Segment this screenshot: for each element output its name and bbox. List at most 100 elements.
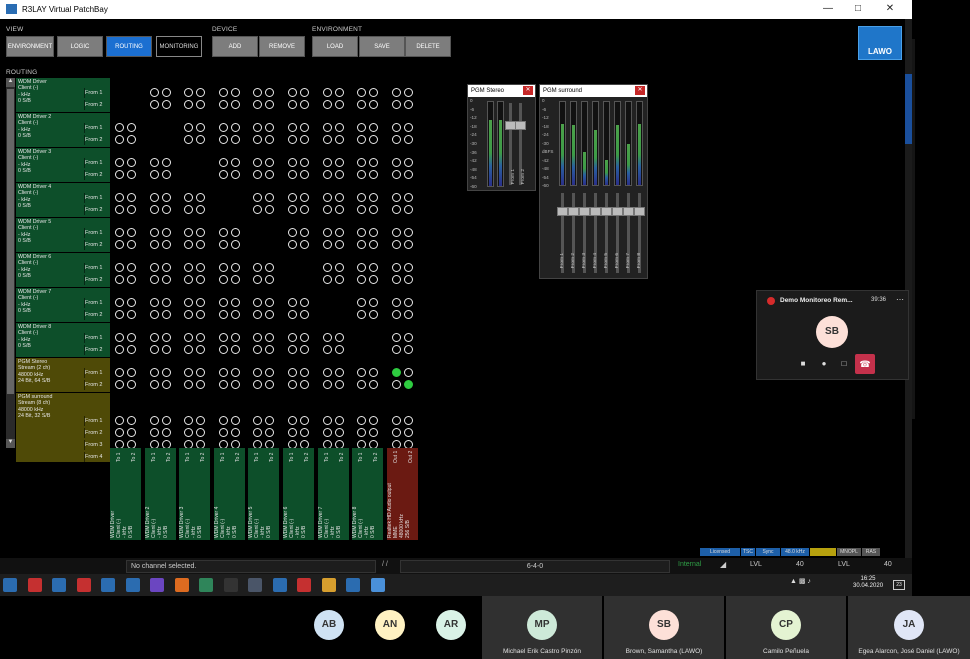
crosspoint[interactable]	[300, 123, 309, 132]
crosspoint[interactable]	[403, 416, 413, 425]
crosspoint[interactable]	[288, 205, 297, 214]
crosspoint[interactable]	[127, 380, 136, 389]
crosspoint[interactable]	[218, 333, 228, 342]
crosspoint[interactable]	[149, 368, 159, 377]
crosspoint[interactable]	[322, 100, 332, 109]
crosspoint[interactable]	[391, 310, 401, 319]
crosspoint[interactable]	[218, 263, 228, 272]
crosspoint[interactable]	[334, 88, 344, 97]
taskbar-app-icon[interactable]	[370, 578, 385, 592]
crosspoint[interactable]	[161, 205, 171, 214]
taskbar-app-icon[interactable]	[174, 578, 189, 592]
fader-cap[interactable]	[601, 207, 612, 216]
scroll-up-icon[interactable]: ▲	[6, 78, 15, 87]
save-button[interactable]: SAVE	[359, 36, 405, 57]
monitoring-view-button[interactable]: MONITORING	[156, 36, 202, 57]
notifications-icon[interactable]: 23	[893, 580, 905, 590]
crosspoint[interactable]	[161, 368, 171, 377]
pgm-stereo-close-icon[interactable]: ✕	[523, 86, 533, 95]
crosspoint[interactable]	[403, 263, 413, 272]
crosspoint[interactable]	[322, 205, 332, 214]
scroll-down-icon[interactable]: ▼	[6, 439, 15, 448]
crosspoint[interactable]	[230, 158, 240, 167]
crosspoint[interactable]	[127, 298, 136, 307]
crosspoint[interactable]	[127, 240, 136, 249]
crosspoint[interactable]	[288, 135, 297, 144]
crosspoint[interactable]	[322, 228, 332, 237]
source-channel-label[interactable]: From 1	[84, 298, 108, 308]
crosspoint[interactable]	[322, 380, 332, 389]
crosspoint[interactable]	[334, 380, 344, 389]
crosspoint[interactable]	[288, 416, 297, 425]
crosspoint[interactable]	[288, 368, 297, 377]
crosspoint[interactable]	[391, 100, 401, 109]
crosspoint[interactable]	[334, 263, 344, 272]
taskbar-app-icon[interactable]	[3, 578, 17, 592]
destination-block[interactable]: To 1 To 2 WDM Driver 3 Client (-) - kHz 0 …	[179, 448, 212, 540]
fader-cap[interactable]	[515, 121, 526, 130]
crosspoint[interactable]	[149, 240, 159, 249]
participant-tile[interactable]: AB	[300, 596, 358, 659]
destination-block[interactable]: To 1 To 2 WDM Driver 5 Client (-) - kHz 0 …	[248, 448, 281, 540]
crosspoint[interactable]	[127, 205, 136, 214]
fader-cap[interactable]	[579, 207, 590, 216]
crosspoint[interactable]	[161, 380, 171, 389]
crosspoint[interactable]	[230, 228, 240, 237]
crosspoint[interactable]	[403, 100, 413, 109]
crosspoint[interactable]	[300, 88, 309, 97]
crosspoint[interactable]	[300, 310, 309, 319]
crosspoint[interactable]	[322, 240, 332, 249]
destination-channel-label[interactable]: To 1	[250, 448, 264, 466]
source-block[interactable]: WDM Driver 5 Client (-) - kHz 0 S/B From …	[16, 218, 110, 253]
taskbar-app-icon[interactable]	[199, 578, 213, 592]
crosspoint[interactable]	[161, 333, 171, 342]
destination-channel-label[interactable]: To 2	[369, 448, 383, 466]
source-channel-label[interactable]: From 1	[84, 123, 108, 133]
crosspoint[interactable]	[403, 380, 413, 389]
crosspoint[interactable]	[403, 310, 413, 319]
crosspoint[interactable]	[334, 275, 344, 284]
crosspoint[interactable]	[391, 428, 401, 437]
taskbar-app-icon[interactable]	[272, 578, 287, 592]
source-block[interactable]: WDM Driver Client (-) - kHz 0 S/B From 1 F…	[16, 78, 110, 113]
source-channel-label[interactable]: From 2	[84, 205, 108, 215]
crosspoint[interactable]	[300, 228, 309, 237]
destination-block[interactable]: To 1 To 2 WDM Driver 4 Client (-) - kHz 0 …	[213, 448, 246, 540]
crosspoint[interactable]	[115, 380, 124, 389]
crosspoint[interactable]	[161, 275, 171, 284]
crosspoint[interactable]	[334, 193, 344, 202]
crosspoint[interactable]	[230, 345, 240, 354]
crosspoint[interactable]	[218, 240, 228, 249]
crosspoint[interactable]	[391, 416, 401, 425]
crosspoint[interactable]	[288, 228, 297, 237]
crosspoint[interactable]	[149, 88, 159, 97]
crosspoint[interactable]	[334, 333, 344, 342]
crosspoint[interactable]	[403, 298, 413, 307]
source-channel-label[interactable]: From 2	[84, 380, 108, 390]
crosspoint[interactable]	[218, 123, 228, 132]
source-channel-label[interactable]: From 2	[84, 310, 108, 320]
crosspoint[interactable]	[391, 228, 401, 237]
crosspoint[interactable]	[161, 345, 171, 354]
crosspoint[interactable]	[127, 158, 136, 167]
source-channel-label[interactable]: From 1	[84, 333, 108, 343]
crosspoint[interactable]	[161, 158, 171, 167]
crosspoint[interactable]	[161, 416, 171, 425]
destination-channel-label[interactable]: To 1	[147, 448, 161, 466]
crosspoint[interactable]	[218, 135, 228, 144]
crosspoint[interactable]	[391, 380, 401, 389]
crosspoint[interactable]	[115, 298, 124, 307]
crosspoint[interactable]	[300, 298, 309, 307]
crosspoint[interactable]	[288, 345, 297, 354]
destination-channel-label[interactable]: To 2	[265, 448, 279, 466]
crosspoint[interactable]	[127, 345, 136, 354]
crosspoint[interactable]	[127, 263, 136, 272]
participant-tile[interactable]: MP Michael Erik Castro Pinzón	[482, 596, 602, 659]
crosspoint[interactable]	[334, 135, 344, 144]
crosspoint[interactable]	[403, 135, 413, 144]
taskbar-app-icon[interactable]	[27, 578, 42, 592]
destination-channel-label[interactable]: To 1	[181, 448, 195, 466]
crosspoint[interactable]	[127, 193, 136, 202]
destination-block[interactable]: To 1 To 2 WDM Driver 7 Client (-) - kHz 0 …	[317, 448, 350, 540]
crosspoint[interactable]	[161, 88, 171, 97]
